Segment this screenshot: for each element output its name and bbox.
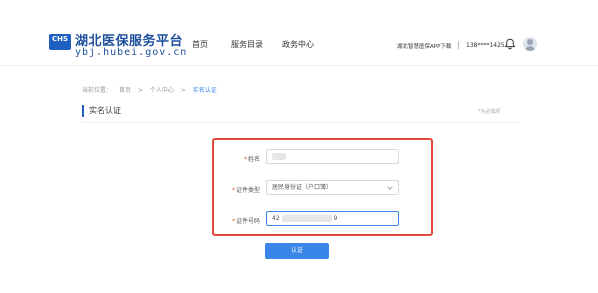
required-hint: *为必填项	[478, 109, 501, 115]
id-type-label: *证件类型	[200, 185, 260, 194]
header-divider	[458, 41, 459, 49]
blurred-value	[281, 215, 332, 222]
nav-government-center[interactable]: 政务中心	[282, 39, 314, 50]
required-mark: *	[243, 156, 247, 163]
id-number-label: *证件号码	[200, 216, 260, 225]
required-mark: *	[231, 218, 235, 225]
breadcrumb-home[interactable]: 首页	[119, 87, 131, 94]
id-type-label-text: 证件类型	[235, 187, 260, 194]
page-title-block: 实名认证	[82, 105, 121, 117]
verify-button[interactable]: 认证	[265, 243, 329, 259]
id-type-value: 居民身份证（户口簿）	[272, 184, 333, 191]
user-avatar[interactable]	[523, 37, 537, 51]
name-label: *姓名	[200, 154, 260, 163]
page-title: 实名认证	[89, 106, 121, 115]
id-number-label-text: 证件号码	[235, 218, 260, 225]
site-url: ybj.hubei.gov.cn	[75, 47, 188, 58]
breadcrumb-current: 实名认证	[192, 87, 217, 94]
breadcrumb-prefix: 当前位置：	[82, 87, 113, 94]
breadcrumb-separator: >	[137, 87, 143, 94]
required-mark: *	[231, 187, 235, 194]
name-label-text: 姓名	[247, 156, 260, 163]
top-header: CHS 湖北医保服务平台 ybj.hubei.gov.cn 首页 服务目录 政务…	[0, 0, 598, 66]
nav-service-catalog[interactable]: 服务目录	[231, 39, 263, 50]
chevron-down-icon	[387, 184, 393, 190]
breadcrumb: 当前位置： 首页 > 个人中心 > 实名认证	[82, 85, 222, 94]
id-type-select[interactable]: 居民身份证（户口簿）	[266, 180, 399, 195]
title-divider	[82, 122, 520, 123]
nav-home[interactable]: 首页	[192, 39, 208, 50]
id-number-prefix: 42	[272, 215, 280, 222]
blurred-value	[272, 153, 286, 160]
breadcrumb-separator: >	[180, 87, 186, 94]
id-number-input[interactable]: 42 9	[266, 211, 399, 226]
name-input[interactable]	[266, 149, 399, 164]
user-phone[interactable]: 138****1425	[466, 42, 505, 49]
breadcrumb-personal-center[interactable]: 个人中心	[150, 87, 174, 94]
app-download-link[interactable]: 湖北智慧医保APP下载	[397, 42, 451, 50]
chs-logo[interactable]: CHS	[49, 34, 71, 50]
bell-icon[interactable]	[504, 38, 516, 50]
id-number-suffix: 9	[333, 215, 338, 222]
logo-text: CHS	[51, 35, 69, 43]
